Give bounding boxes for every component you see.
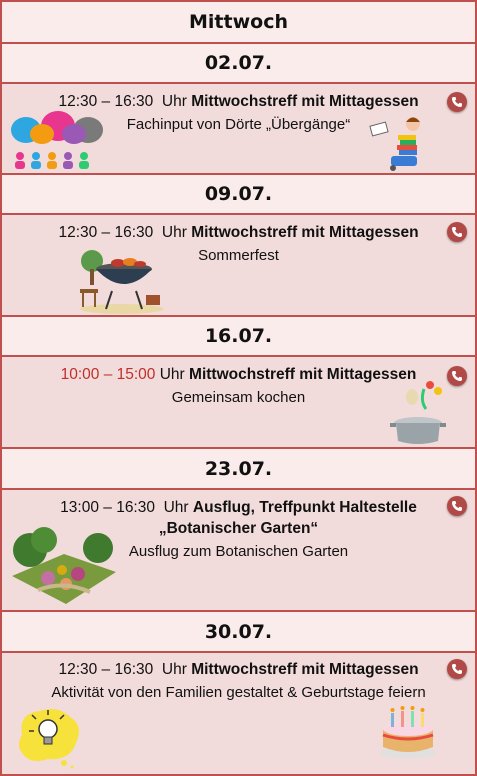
phone-icon[interactable]	[447, 659, 467, 679]
date-label: 02.07.	[204, 52, 273, 74]
date-header-3: 16.07.	[2, 317, 475, 357]
event-uhr: Uhr	[161, 224, 187, 241]
event-title: Ausflug, Treffpunkt Haltestelle	[192, 499, 417, 516]
event-uhr: Uhr	[161, 93, 187, 110]
event-time-title: 12:30 – 16:30 Uhr Mittwochstreff mit Mit…	[2, 661, 475, 679]
event-title: Mittwochstreff mit Mittagessen	[191, 93, 419, 110]
date-header-5: 30.07.	[2, 612, 475, 653]
garden-icon	[12, 527, 116, 604]
reading-child-icon	[369, 117, 420, 171]
date-label: 16.07.	[204, 325, 273, 347]
cooking-pot-icon	[390, 381, 446, 444]
date-label: 30.07.	[204, 620, 273, 643]
page-title: Mittwoch	[2, 2, 475, 44]
event-title: Mittwochstreff mit Mittagessen	[191, 661, 419, 678]
event-title-continued: „Botanischer Garten“	[158, 520, 319, 537]
event-uhr: Uhr	[159, 366, 185, 383]
event-description: Sommerfest	[198, 247, 279, 264]
event-time-title: 12:30 – 16:30 Uhr Mittwochstreff mit Mit…	[2, 93, 475, 111]
event-card-4: 13:00 – 16:30 Uhr Ausflug, Treffpunkt Ha…	[2, 490, 475, 612]
event-time-title: 13:00 – 16:30 Uhr Ausflug, Treffpunkt Ha…	[2, 499, 475, 517]
event-uhr: Uhr	[163, 499, 189, 516]
speech-bubbles-icon	[11, 111, 103, 169]
event-title: Mittwochstreff mit Mittagessen	[189, 366, 417, 383]
schedule-frame: Mittwoch 02.07. 12:30 – 16:30 Uhr Mittwo…	[0, 0, 477, 776]
date-header-2: 09.07.	[2, 175, 475, 215]
event-time: 10:00 – 15:00	[60, 366, 156, 383]
event-time: 13:00 – 16:30	[60, 499, 155, 516]
date-header-4: 23.07.	[2, 449, 475, 490]
date-label: 09.07.	[204, 183, 273, 205]
date-header-1: 02.07.	[2, 44, 475, 84]
phone-icon[interactable]	[447, 496, 467, 516]
event-time: 12:30 – 16:30	[58, 661, 154, 678]
birthday-cake-icon	[379, 706, 437, 758]
event-uhr: Uhr	[161, 661, 187, 678]
event-card-1: 12:30 – 16:30 Uhr Mittwochstreff mit Mit…	[2, 84, 475, 175]
phone-icon[interactable]	[447, 92, 467, 112]
event-time-title: 12:30 – 16:30 Uhr Mittwochstreff mit Mit…	[2, 224, 475, 242]
event-card-3: 10:00 – 15:00 Uhr Mittwochstreff mit Mit…	[2, 357, 475, 449]
date-label: 23.07.	[204, 457, 273, 480]
phone-icon[interactable]	[447, 222, 467, 242]
event-time: 12:30 – 16:30	[58, 93, 154, 110]
event-description: Aktivität von den Familien gestaltet & G…	[51, 684, 426, 701]
page-title-text: Mittwoch	[189, 11, 288, 33]
event-time: 12:30 – 16:30	[58, 224, 154, 241]
lightbulb-icon	[19, 709, 79, 769]
event-title: Mittwochstreff mit Mittagessen	[191, 224, 419, 241]
phone-icon[interactable]	[447, 366, 467, 386]
barbecue-grill-icon	[80, 250, 164, 314]
event-card-2: 12:30 – 16:30 Uhr Mittwochstreff mit Mit…	[2, 215, 475, 317]
event-card-5: 12:30 – 16:30 Uhr Mittwochstreff mit Mit…	[2, 653, 475, 774]
